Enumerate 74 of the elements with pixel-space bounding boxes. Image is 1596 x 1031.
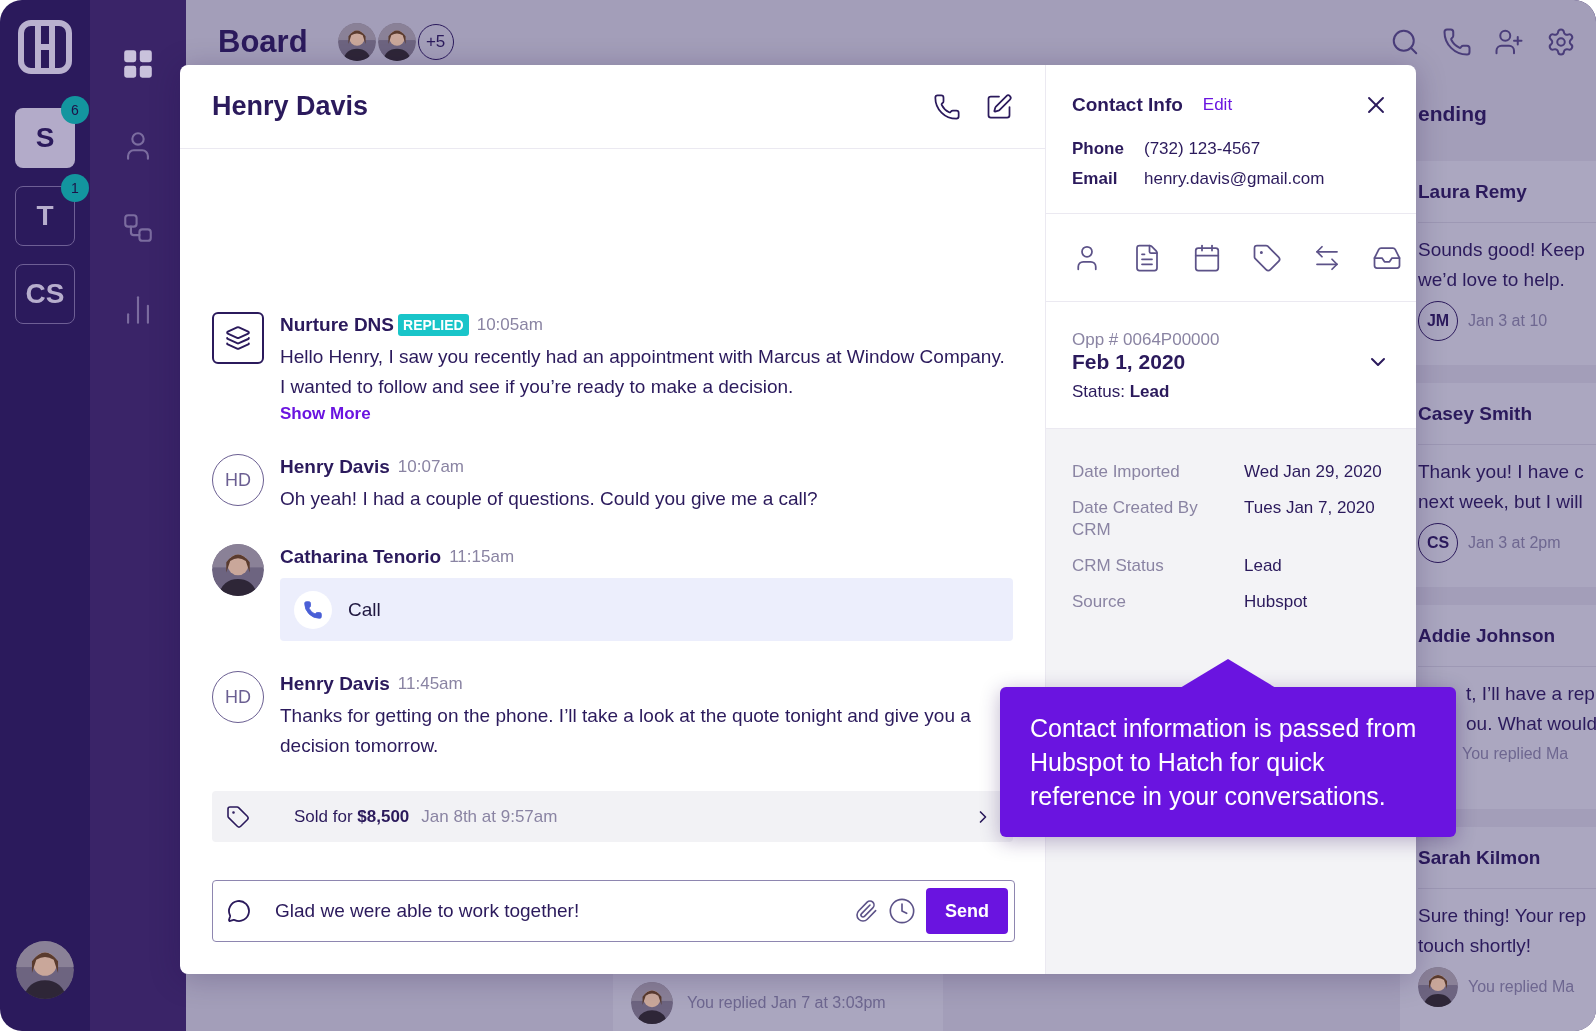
card-time: Jan 3 at 10	[1468, 312, 1548, 330]
detail-value: Tues Jan 7, 2020	[1244, 497, 1376, 519]
phone-icon[interactable]	[933, 92, 961, 121]
reply-time: You replied Jan 7 at 3:03pm	[687, 993, 886, 1012]
detail-value: Wed Jan 29, 2020	[1244, 461, 1383, 483]
panel-title: Contact Info	[1072, 94, 1183, 116]
contact-name: Henry Davis	[212, 91, 370, 122]
message-author: Henry Davis	[280, 673, 390, 695]
card-time: Jan 3 at 2pm	[1468, 534, 1561, 552]
card-message: Sure thing! Your rep	[1418, 904, 1587, 928]
card-message: we’d love to help.	[1418, 268, 1566, 292]
message-text: Hello Henry, I saw you recently had an appointment with Marcus at Window Company. I wanted to follow and see if you’re ready to make a decision.	[280, 345, 1006, 399]
sale-bar[interactable]: Sold for $8,500 Jan 8th at 9:57am	[212, 791, 1013, 842]
message-time: 10:07am	[397, 457, 464, 477]
opportunity-status: Status: Lead	[1072, 382, 1171, 402]
add-user-icon[interactable]	[1494, 27, 1524, 57]
clock-icon[interactable]	[888, 897, 916, 925]
status-badge: REPLIED	[398, 314, 469, 336]
detail-label: Date Created By CRM	[1072, 497, 1199, 541]
message-composer[interactable]: Glad we were able to work together! Send	[212, 880, 1015, 942]
opportunity-number: Opp # 0064P00000	[1072, 330, 1221, 350]
message-text: Oh yeah! I had a couple of questions. Could you give me a call?	[280, 487, 819, 511]
page-title: Board	[218, 24, 308, 60]
message-text: Thanks for getting on the phone. I’ll take a look at the quote tonight and give you a decision tomorrow.	[280, 704, 972, 758]
field-value: henry.davis@gmail.com	[1144, 169, 1326, 189]
count-badge: 6	[61, 96, 89, 124]
message-time: 11:45am	[397, 674, 463, 694]
message-author: Henry Davis	[280, 456, 390, 478]
card-message: ou. What would	[1466, 712, 1596, 736]
bot-avatar	[212, 312, 264, 364]
opportunity-date: Feb 1, 2020	[1072, 350, 1186, 374]
card-name: Casey Smith	[1418, 383, 1596, 445]
card-message: t, I’ll have a rep	[1466, 682, 1596, 706]
tooltip: Contact information is passed from Hubspot to Hatch for quick reference in your conversations.	[1000, 659, 1456, 837]
edit-link[interactable]: Edit	[1202, 95, 1233, 115]
conversation-card[interactable]: Sarah Kilmon Sure thing! Your rep touch shortly! You replied Ma	[1400, 827, 1596, 1031]
message-author: Nurture DNS	[280, 314, 394, 336]
sale-amount: Sold for $8,500	[294, 806, 410, 827]
call-label: Call	[348, 598, 381, 621]
card-message: Sounds good! Keep	[1418, 238, 1586, 262]
detail-value: Lead	[1244, 555, 1283, 577]
calendar-icon[interactable]	[1192, 242, 1222, 273]
column-title: ending	[1417, 100, 1488, 127]
settings-icon[interactable]	[1546, 27, 1576, 57]
logo	[18, 20, 72, 74]
show-more-link[interactable]: Show More	[280, 404, 371, 424]
message-author: Catharina Tenorio	[280, 546, 442, 568]
send-button[interactable]: Send	[926, 888, 1008, 934]
message-time: 10:05am	[476, 315, 543, 335]
message-time: 11:15am	[449, 547, 515, 567]
field-value: (732) 123-4567	[1144, 139, 1262, 159]
count-badge: 1	[61, 174, 89, 202]
detail-label: Source	[1072, 591, 1127, 613]
card-time: You replied Ma	[1462, 745, 1569, 763]
card-name: Laura Remy	[1418, 161, 1596, 223]
card-message: touch shortly!	[1418, 934, 1532, 958]
field-label: Email	[1072, 169, 1119, 189]
workspace-tile[interactable]: CS	[15, 264, 75, 324]
search-icon[interactable]	[1390, 27, 1420, 57]
detail-value: Hubspot	[1244, 591, 1309, 613]
paperclip-icon[interactable]	[854, 899, 878, 923]
compose-icon[interactable]	[985, 92, 1013, 121]
sale-time: Jan 8th at 9:57am	[421, 806, 558, 827]
tag-icon[interactable]	[1252, 242, 1282, 273]
chat-icon[interactable]	[227, 899, 251, 923]
card-message: next week, but I will	[1418, 490, 1584, 514]
field-label: Phone	[1072, 139, 1125, 159]
detail-label: CRM Status	[1072, 555, 1165, 577]
tag-icon	[226, 804, 250, 829]
card-name: Addie Johnson	[1418, 605, 1596, 667]
detail-label: Date Imported	[1072, 461, 1181, 483]
card-time: You replied Ma	[1468, 978, 1575, 996]
phone-icon	[294, 590, 332, 629]
card-message: Thank you! I have c	[1418, 460, 1585, 484]
